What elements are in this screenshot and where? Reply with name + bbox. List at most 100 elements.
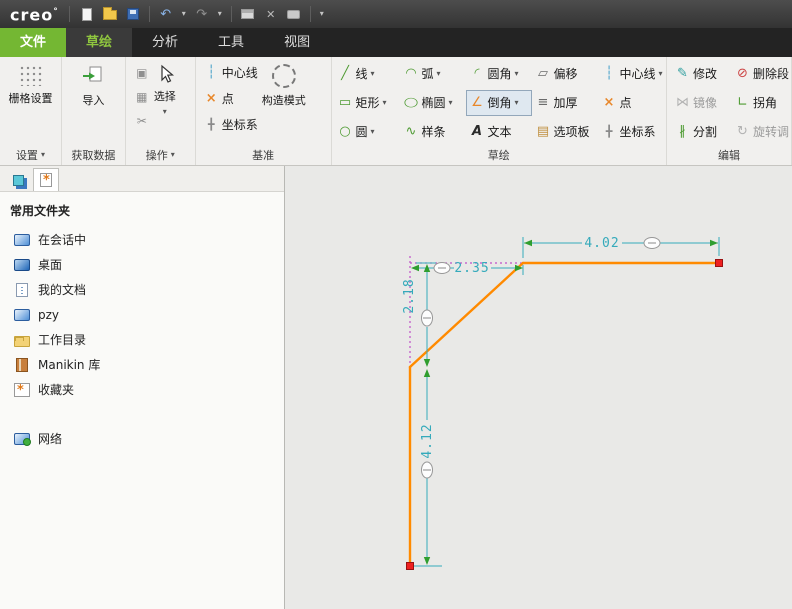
redo-icon: ↷ [196, 6, 208, 22]
datum-point-button[interactable]: × 点 [200, 85, 262, 111]
close-window-button[interactable]: ✕ [264, 6, 278, 22]
rectangle-button[interactable]: ▭ 矩形 ▾ [334, 90, 400, 116]
endpoint-vertex[interactable] [406, 562, 414, 570]
chevron-down-icon[interactable]: ▾ [659, 69, 663, 78]
tab-model-tree[interactable] [5, 168, 31, 191]
folder-icon [14, 335, 30, 347]
modify-label: 修改 [693, 67, 718, 81]
sidebar-item-manikin-library[interactable]: Manikin 库 [8, 352, 276, 377]
thicken-icon: ≡ [537, 95, 549, 110]
chevron-down-icon[interactable]: ▾ [437, 69, 441, 78]
dimension-value[interactable]: 4.12 [420, 423, 435, 458]
sketch-centerline-label: 中心线 [619, 67, 656, 81]
delete-segment-button[interactable]: ⊘ 删除段 [731, 61, 791, 87]
sidebar-item-label: 工作目录 [38, 333, 87, 347]
spline-button[interactable]: ∿ 样条 [400, 119, 466, 145]
toolbar-options-chevron-icon[interactable]: ▾ [320, 10, 324, 18]
fillet-icon: ◜ [474, 66, 480, 81]
grid-settings-button[interactable]: 栅格设置 [0, 57, 61, 147]
chevron-down-icon[interactable]: ▾ [163, 108, 167, 116]
chevron-down-icon[interactable]: ▾ [515, 69, 519, 78]
datum-point-label: 点 [221, 91, 234, 106]
divide-button[interactable]: ∦ 分割 [671, 119, 731, 145]
sketch-area[interactable]: 4.02 2.35 2.18 4.12 [285, 166, 792, 609]
sidebar-item-desktop[interactable]: 桌面 [8, 252, 276, 277]
dimension-top-width[interactable]: 4.02 [524, 236, 718, 251]
sketch-point-button[interactable]: × 点 [598, 90, 664, 116]
sidebar-item-my-documents[interactable]: 我的文档 [8, 277, 276, 302]
rotate-resize-button[interactable]: ↻ 旋转调 [731, 119, 791, 145]
fillet-button[interactable]: ◜ 圆角 ▾ [466, 61, 532, 87]
logo-trademark: ° [53, 7, 59, 18]
chevron-down-icon: ▾ [40, 150, 45, 159]
regenerate-button[interactable] [241, 6, 255, 22]
line-button[interactable]: ╱ 线 ▾ [334, 61, 400, 87]
sidebar-item-pzy[interactable]: pzy [8, 302, 276, 327]
group-label-operations[interactable]: 操作 ▾ [126, 147, 195, 163]
dimension-left-height[interactable]: 4.12 [420, 369, 435, 565]
delete-segment-label: 删除段 [753, 67, 790, 81]
save-button[interactable] [126, 6, 140, 22]
sidebar-item-network[interactable]: 网络 [8, 426, 276, 451]
cut-button[interactable]: ✂ [132, 111, 152, 131]
mirror-button[interactable]: ⋈ 镜像 [671, 90, 731, 116]
rectangle-icon: ▭ [338, 95, 352, 110]
datum-csys-button[interactable]: ╋ 坐标系 [200, 111, 262, 137]
palette-icon: ▤ [536, 124, 550, 139]
chevron-down-icon[interactable]: ▾ [449, 98, 453, 107]
dimension-value[interactable]: 2.18 [402, 278, 417, 313]
tab-folder-browser[interactable] [33, 168, 59, 191]
corner-button[interactable]: ∟ 拐角 [731, 90, 791, 116]
chamfer-label: 倒角 [487, 96, 512, 110]
tab-file[interactable]: 文件 [0, 28, 67, 57]
tab-analysis[interactable]: 分析 [132, 28, 198, 57]
redo-button[interactable]: ↷ [195, 6, 209, 22]
sketch-canvas[interactable]: 4.02 2.35 2.18 4.12 [285, 166, 792, 609]
sketch-centerline-button[interactable]: ┆ 中心线 ▾ [598, 61, 664, 87]
chevron-down-icon[interactable]: ▾ [383, 98, 387, 107]
datum-centerline-button[interactable]: ┆ 中心线 [200, 59, 262, 85]
dimension-value[interactable]: 2.35 [454, 261, 489, 276]
dimension-value[interactable]: 4.02 [584, 236, 619, 251]
modify-button[interactable]: ✎ 修改 [671, 61, 731, 87]
sidebar-item-label: 我的文档 [38, 283, 87, 297]
chevron-down-icon[interactable]: ▾ [371, 69, 375, 78]
tab-view[interactable]: 视图 [264, 28, 330, 57]
endpoint-vertex[interactable] [715, 259, 723, 267]
chevron-down-icon[interactable]: ▾ [371, 127, 375, 136]
circle-button[interactable]: ○ 圆 ▾ [334, 119, 400, 145]
ellipse-button[interactable]: ◯ 椭圆 ▾ [400, 90, 466, 116]
sidebar-item-working-directory[interactable]: 工作目录 [8, 327, 276, 352]
thicken-button[interactable]: ≡ 加厚 [532, 90, 598, 116]
tab-sketch[interactable]: 草绘 [66, 28, 133, 57]
arc-button[interactable]: ◠ 弧 ▾ [400, 61, 466, 87]
computer-icon [14, 309, 30, 321]
undo-chevron-icon[interactable]: ▾ [182, 10, 186, 18]
ribbon-tabbar: 文件 草绘 分析 工具 视图 [0, 28, 792, 57]
ellipse-label: 椭圆 [421, 96, 446, 110]
divider [309, 6, 311, 22]
modify-icon: ✎ [677, 66, 688, 81]
palette-button[interactable]: ▤ 选项板 [532, 119, 598, 145]
tab-tools[interactable]: 工具 [198, 28, 264, 57]
undo-button[interactable]: ↶ [159, 6, 173, 22]
sidebar-item-favorites[interactable]: 收藏夹 [8, 377, 276, 402]
sidebar-item-in-session[interactable]: 在会话中 [8, 227, 276, 252]
copy-button[interactable]: ▦ [132, 87, 152, 107]
datum-point-icon: × [205, 90, 217, 106]
capture-button[interactable] [287, 6, 301, 22]
chevron-down-icon[interactable]: ▾ [515, 98, 519, 107]
offset-button[interactable]: ▱ 偏移 [532, 61, 598, 87]
paste-button[interactable]: ▣ [132, 63, 152, 83]
text-label: 文本 [487, 125, 512, 139]
group-label-settings[interactable]: 设置 ▾ [0, 147, 61, 163]
select-button[interactable]: 选择 ▾ [154, 57, 176, 147]
text-button[interactable]: A 文本 [466, 119, 532, 145]
construction-mode-button[interactable]: 构造模式 [262, 57, 306, 147]
sketch-csys-button[interactable]: ╋ 坐标系 [598, 119, 664, 145]
import-button[interactable]: 导入 [62, 57, 125, 147]
chamfer-button[interactable]: ∠ 倒角 ▾ [465, 89, 532, 116]
open-button[interactable] [102, 6, 117, 22]
new-file-button[interactable] [80, 6, 94, 22]
redo-chevron-icon[interactable]: ▾ [218, 10, 222, 18]
